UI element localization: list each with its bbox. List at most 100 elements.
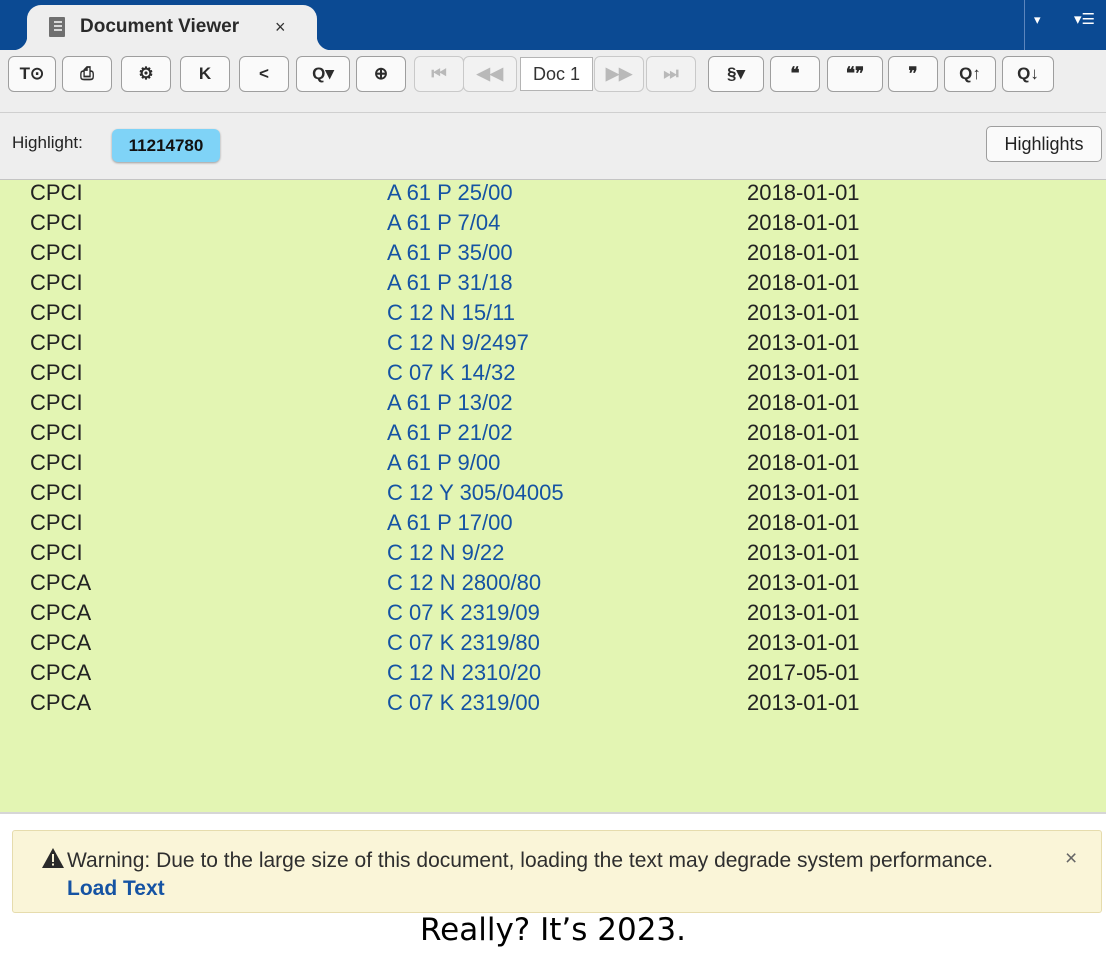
type-cell: CPCI [30,540,83,565]
search-dropdown-button[interactable]: Q▾ [296,56,350,92]
table-row: CPCA C 07 K 2319/09 2013-01-01 [0,600,1106,630]
table-row: CPCI A 61 P 35/00 2018-01-01 [0,240,1106,270]
document-icon [49,17,65,37]
date-cell: 2018-01-01 [747,510,860,535]
first-doc-icon: ⏮ [431,64,447,83]
close-quote-icon: ❞ [908,64,918,83]
highlight-label: Highlight: [12,133,83,152]
classification-link[interactable]: A 61 P 35/00 [387,240,513,266]
divider [0,812,1106,814]
table-row: CPCA C 07 K 2319/00 2013-01-01 [0,690,1106,720]
table-row: CPCA C 07 K 2319/80 2013-01-01 [0,630,1106,660]
highlight-term-chip[interactable]: 11214780 [112,129,220,162]
table-row: CPCA C 12 N 2800/80 2013-01-01 [0,570,1106,600]
date-cell: 2017-05-01 [747,660,860,685]
text-view-button[interactable]: T⊙ [8,56,56,92]
prev-doc-button[interactable]: ◀◀ [463,56,517,92]
warning-text: Warning: Due to the large size of this d… [67,849,994,872]
classification-link[interactable]: C 12 N 9/22 [387,540,504,566]
table-row: CPCI A 61 P 25/00 2018-01-01 [0,180,1106,210]
both-quotes-button[interactable]: ❝❞ [827,56,883,92]
print-icon: ⎙ [80,64,94,83]
type-cell: CPCI [30,330,83,355]
chevron-down-icon[interactable]: ▾ [1034,12,1041,28]
close-icon[interactable]: × [275,17,286,38]
classification-link[interactable]: C 07 K 2319/09 [387,600,540,626]
type-cell: CPCA [30,690,92,715]
next-doc-button[interactable]: ▶▶ [594,56,644,92]
table-row: CPCI C 12 N 9/2497 2013-01-01 [0,330,1106,360]
classification-link[interactable]: C 07 K 2319/00 [387,690,540,716]
table-row: CPCI A 61 P 21/02 2018-01-01 [0,420,1106,450]
settings-button[interactable]: ⚙ [121,56,171,92]
caption: Really? It’s 2023. [420,912,686,948]
classification-link[interactable]: A 61 P 9/00 [387,450,500,476]
type-cell: CPCI [30,480,83,505]
warning-message: Warning: Due to the large size of this d… [67,847,997,903]
prev-doc-icon: ◀◀ [476,64,504,83]
date-cell: 2018-01-01 [747,390,860,415]
type-cell: CPCI [30,270,83,295]
text-view-icon: T⊙ [19,64,45,83]
type-cell: CPCI [30,390,83,415]
classification-link[interactable]: A 61 P 25/00 [387,180,513,206]
share-button[interactable]: < [239,56,289,92]
date-cell: 2013-01-01 [747,690,860,715]
type-cell: CPCI [30,360,83,385]
load-text-link[interactable]: Load Text [67,877,165,900]
settings-icon: ⚙ [138,64,154,83]
table-row: CPCI A 61 P 17/00 2018-01-01 [0,510,1106,540]
table-row: CPCI C 07 K 14/32 2013-01-01 [0,360,1106,390]
classification-link[interactable]: C 12 N 9/2497 [387,330,529,356]
type-cell: CPCI [30,300,83,325]
open-quote-icon: ❝ [790,64,800,83]
print-button[interactable]: ⎙ [62,56,112,92]
classification-link[interactable]: C 07 K 2319/80 [387,630,540,656]
kwic-button[interactable]: K [180,56,230,92]
date-cell: 2013-01-01 [747,540,860,565]
prev-hit-icon: Q↑ [959,64,981,83]
classification-link[interactable]: A 61 P 21/02 [387,420,513,446]
type-cell: CPCI [30,510,83,535]
classification-link[interactable]: C 07 K 14/32 [387,360,515,386]
open-quote-button[interactable]: ❝ [770,56,820,92]
table-row: CPCI C 12 N 15/11 2013-01-01 [0,300,1106,330]
close-quote-button[interactable]: ❞ [888,56,938,92]
classification-link[interactable]: A 61 P 7/04 [387,210,500,236]
prev-hit-button[interactable]: Q↑ [944,56,996,92]
highlights-button[interactable]: Highlights [986,126,1102,162]
type-cell: CPCI [30,240,83,265]
classification-link[interactable]: C 12 Y 305/04005 [387,480,564,506]
date-cell: 2013-01-01 [747,570,860,595]
classification-link[interactable]: C 12 N 15/11 [387,300,515,326]
divider [1024,0,1025,50]
close-icon[interactable]: × [1065,847,1077,871]
next-hit-button[interactable]: Q↓ [1002,56,1054,92]
menu-icon[interactable]: ▾☰ [1074,10,1095,28]
type-cell: CPCI [30,210,83,235]
both-quotes-icon: ❝❞ [845,64,865,83]
table-row: CPCI A 61 P 13/02 2018-01-01 [0,390,1106,420]
classification-link[interactable]: A 61 P 13/02 [387,390,513,416]
first-doc-button[interactable]: ⏮ [414,56,464,92]
classification-link[interactable]: C 12 N 2310/20 [387,660,541,686]
tab-title: Document Viewer [80,16,240,37]
table-row: CPCI A 61 P 9/00 2018-01-01 [0,450,1106,480]
document-content: CPCI A 61 P 25/00 2018-01-01 CPCI A 61 P 7/0… [0,180,1106,812]
date-cell: 2018-01-01 [747,270,860,295]
toolbar: Doc 1 T⊙ ⎙ ⚙ K < Q▾ ⊕ ⏮ ◀◀ ▶▶ ⏭ §▾ ❝ ❝❞ ❞ Q↑ Q↓ [0,50,1106,113]
last-doc-icon: ⏭ [663,64,679,83]
warning-banner: Warning: Due to the large size of this d… [12,830,1102,913]
type-cell: CPCA [30,600,92,625]
classification-link[interactable]: A 61 P 31/18 [387,270,513,296]
tab-document-viewer[interactable]: Document Viewer × [13,5,331,50]
zoom-button[interactable]: ⊕ [356,56,406,92]
section-dropdown-button[interactable]: §▾ [708,56,764,92]
classification-link[interactable]: C 12 N 2800/80 [387,570,541,596]
type-cell: CPCA [30,570,92,595]
next-hit-icon: Q↓ [1017,64,1039,83]
classification-link[interactable]: A 61 P 17/00 [387,510,513,536]
table-row: CPCI C 12 N 9/22 2013-01-01 [0,540,1106,570]
date-cell: 2018-01-01 [747,180,860,205]
last-doc-button[interactable]: ⏭ [646,56,696,92]
